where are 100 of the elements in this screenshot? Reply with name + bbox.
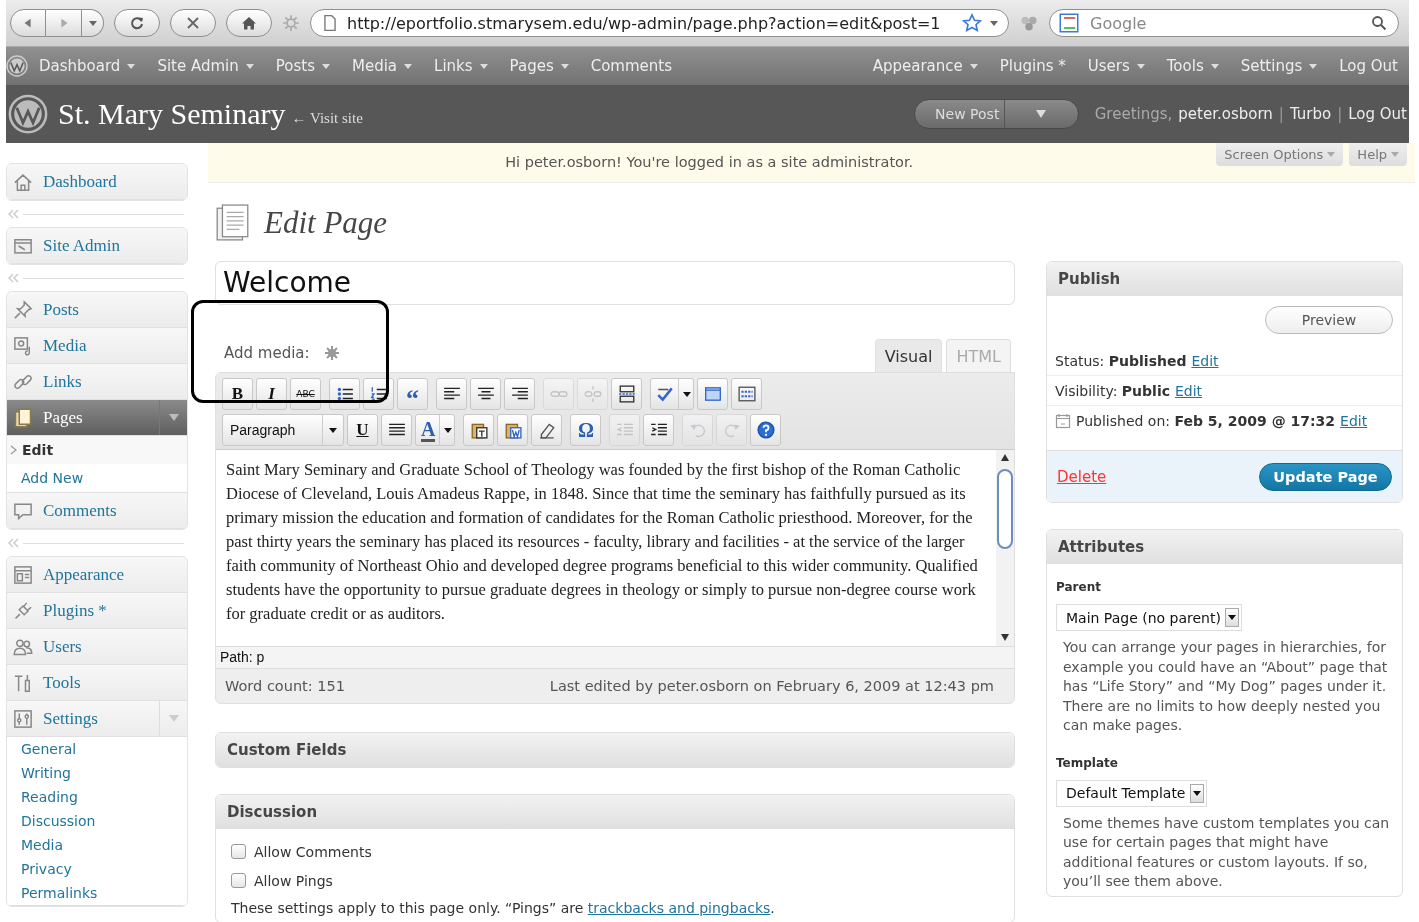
menu-item[interactable]: Media [340, 57, 424, 75]
menu-item[interactable]: Pages [498, 57, 580, 75]
clipboard-button[interactable] [463, 414, 495, 446]
submenu-item[interactable]: General [7, 737, 187, 761]
menu-item[interactable]: Settings [1229, 57, 1329, 75]
history-dropdown[interactable] [82, 9, 104, 37]
gear-icon[interactable] [323, 345, 340, 361]
align-left-button[interactable] [436, 378, 467, 410]
sidebar-item[interactable]: Links [7, 364, 187, 400]
caret-icon [88, 20, 97, 26]
editor-tab[interactable]: Visual [874, 339, 943, 372]
home-button[interactable] [226, 9, 272, 37]
title-field[interactable]: Welcome [215, 261, 1015, 305]
new-post-button[interactable]: New Post [913, 99, 1079, 129]
clipboard-icon [469, 421, 488, 439]
edit-link[interactable]: Edit [1191, 352, 1219, 369]
submenu-item[interactable]: Writing [7, 761, 187, 785]
fullscreen-button[interactable] [697, 378, 728, 410]
select-field[interactable]: Default Template [1056, 779, 1207, 807]
user-link[interactable]: Turbo [1289, 105, 1332, 123]
delete-link[interactable]: Delete [1057, 467, 1107, 486]
justify-button[interactable] [381, 414, 412, 446]
page-break-button[interactable] [611, 378, 642, 410]
submenu-item[interactable]: Privacy [7, 857, 187, 881]
submenu-item[interactable]: Media [7, 833, 187, 857]
select-field[interactable]: Main Page (no parent) [1056, 604, 1242, 631]
eraser-button[interactable] [531, 414, 563, 446]
menu-item[interactable]: Links [423, 57, 499, 75]
menu-item[interactable]: Dashboard [28, 57, 147, 75]
sidebar-item[interactable]: Site Admin [7, 228, 187, 264]
menu-item[interactable]: Site Admin [146, 57, 265, 75]
trackbacks-link[interactable]: trackbacks and pingbacks [587, 900, 771, 916]
visit-site-link[interactable]: ← Visit site [291, 109, 363, 127]
search-field[interactable]: Google [1049, 9, 1399, 37]
toggle-arrow-icon[interactable] [167, 714, 180, 723]
search-engine-icon[interactable] [1059, 13, 1079, 33]
menu-item[interactable]: Comments [579, 57, 684, 75]
discussion-note: These settings apply to this page only. “Pings” are trackbacks and pingbacks. [231, 900, 776, 916]
scrollbar[interactable] [996, 450, 1014, 646]
submenu-item[interactable]: Permalinks [7, 881, 187, 905]
bookmark-star-icon[interactable] [962, 13, 982, 33]
screen-tab[interactable]: Help [1349, 143, 1407, 166]
user-link[interactable]: Log Out [1348, 105, 1407, 123]
edit-link[interactable]: Edit [1175, 382, 1203, 399]
menu-item[interactable]: Appearance [861, 57, 989, 75]
menu-item[interactable]: Plugins * [988, 57, 1077, 75]
sidebar-item[interactable]: Tools [7, 665, 187, 701]
indent-button[interactable] [643, 414, 675, 446]
caret-icon [1192, 790, 1201, 796]
preview-button[interactable]: Preview [1265, 306, 1393, 334]
menu-item[interactable]: Users [1076, 57, 1156, 75]
toggle-arrow-icon[interactable] [167, 413, 180, 422]
dropdown-caret-icon [1210, 63, 1219, 69]
back-button[interactable] [10, 9, 46, 37]
dropdown-caret-icon [127, 63, 136, 69]
submenu-item[interactable]: Add New [7, 464, 187, 492]
checkbox[interactable] [231, 873, 246, 888]
sidebar-item[interactable]: Dashboard [7, 164, 187, 200]
submenu-item[interactable]: Edit [7, 436, 187, 464]
sidebar-item[interactable]: Settings [7, 701, 187, 737]
clipboard-document-button[interactable] [497, 414, 529, 446]
submenu-item[interactable]: Reading [7, 785, 187, 809]
sidebar-item[interactable]: Appearance [7, 557, 187, 593]
menu-item[interactable]: Tools [1155, 57, 1230, 75]
menu-item[interactable]: Posts [264, 57, 341, 75]
sidebar-item[interactable]: Media [7, 328, 187, 364]
url-field[interactable]: http://eportfolio.stmarysem.edu/wp-admin/page.php?action=edit&post=1 [310, 9, 1009, 37]
text-color-button[interactable]: A [415, 414, 456, 446]
sidebar-item[interactable]: Pages [7, 400, 187, 436]
format-dropdown[interactable]: Paragraph [222, 414, 344, 446]
sidebar-item[interactable]: Posts [7, 292, 187, 328]
reload-button[interactable] [114, 9, 160, 37]
screen-tab[interactable]: Screen Options [1216, 143, 1344, 166]
menu-item[interactable]: Log Out [1328, 57, 1409, 75]
box-header: Custom Fields [216, 733, 1014, 767]
user-link[interactable]: peter.osborn [1178, 105, 1273, 123]
help-button[interactable] [750, 414, 782, 446]
special-character-button[interactable]: Ω [570, 414, 602, 446]
stop-button[interactable] [170, 9, 216, 37]
submenu-item[interactable]: Discussion [7, 809, 187, 833]
spellcheck-button[interactable] [650, 378, 694, 410]
update-page-button[interactable]: Update Page [1259, 462, 1392, 491]
align-center-button[interactable] [470, 378, 501, 410]
caret-icon [1327, 152, 1336, 157]
edit-link[interactable]: Edit [1340, 413, 1368, 429]
current-marker-icon [9, 444, 17, 456]
checkbox[interactable] [231, 844, 246, 859]
logo-icon [6, 55, 28, 77]
sidebar-item[interactable]: Users [7, 629, 187, 665]
sidebar-item[interactable]: Plugins * [7, 593, 187, 629]
sidebar-item[interactable]: Comments [7, 493, 187, 529]
blockquote-button[interactable]: “ [397, 378, 428, 410]
toolbar-toggle-button[interactable] [731, 378, 762, 410]
search-icon[interactable] [1371, 15, 1387, 31]
underline-button[interactable]: U [347, 414, 378, 446]
forward-button[interactable] [46, 9, 82, 37]
pushpin-icon [13, 299, 33, 320]
reload-icon [129, 15, 145, 31]
dropdown-caret-icon [1136, 63, 1145, 69]
align-right-button[interactable] [504, 378, 535, 410]
